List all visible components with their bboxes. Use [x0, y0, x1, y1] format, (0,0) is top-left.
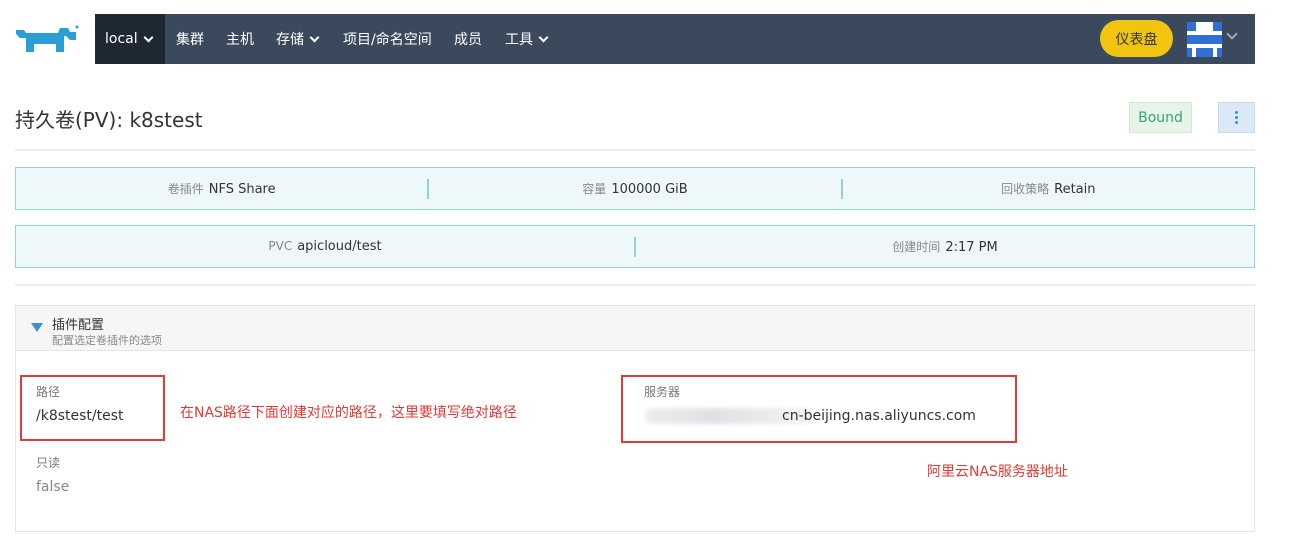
panel-subtitle: 配置选定卷插件的选项	[52, 334, 162, 347]
annotation-server-note: 阿里云NAS服务器地址	[927, 464, 1068, 480]
panel-header[interactable]: 插件配置 配置选定卷插件的选项	[16, 306, 1254, 351]
info-value[interactable]: apicloud/test	[297, 239, 381, 254]
nav-item-label: 存储	[276, 32, 304, 48]
nav-item-clusters[interactable]: 集群	[176, 14, 204, 64]
collapse-triangle-icon[interactable]	[31, 323, 43, 332]
chevron-down-icon[interactable]	[1226, 28, 1238, 40]
info-value: 100000 GiB	[611, 182, 688, 197]
nav-item-tools[interactable]: 工具	[505, 14, 549, 64]
chevron-down-icon	[538, 32, 549, 42]
nav-item-label: 项目/命名空间	[343, 32, 432, 48]
nav-item-label: 工具	[505, 32, 533, 48]
cluster-label: local	[105, 31, 138, 47]
info-box-claim: PVC apicloud/test 创建时间 2:17 PM	[15, 225, 1255, 268]
nav-item-hosts[interactable]: 主机	[226, 14, 254, 64]
divider	[15, 284, 1255, 286]
info-pvc: PVC apicloud/test	[16, 239, 634, 254]
nav-item-members[interactable]: 成员	[454, 14, 482, 64]
info-key: 回收策略	[1001, 182, 1050, 196]
panel-title: 插件配置	[52, 318, 105, 333]
page-title: 持久卷(PV): k8stest	[15, 108, 203, 132]
cluster-selector[interactable]: local	[95, 14, 165, 64]
annotation-path-note: 在NAS路径下面创建对应的路径，这里要填写绝对路径	[180, 405, 517, 421]
info-reclaim-policy: 回收策略 Retain	[843, 180, 1254, 197]
kebab-icon	[1235, 110, 1238, 125]
chevron-down-icon	[309, 32, 320, 42]
info-capacity: 容量 100000 GiB	[429, 180, 840, 197]
info-key: 创建时间	[892, 240, 941, 254]
avatar[interactable]	[1187, 22, 1222, 57]
nav-item-storage[interactable]: 存储	[276, 14, 320, 64]
nav-item-label: 集群	[176, 32, 204, 48]
nav-item-label: 主机	[226, 32, 254, 48]
top-nav: local 集群 主机 存储 项目/命名空间 成员 工具 仪表盘	[95, 14, 1255, 64]
info-key: PVC	[268, 239, 293, 253]
divider	[15, 149, 1255, 151]
nav-item-projects[interactable]: 项目/命名空间	[343, 14, 432, 64]
info-created: 创建时间 2:17 PM	[636, 238, 1254, 255]
annotation-box-server	[621, 375, 1017, 443]
more-actions-button[interactable]	[1218, 102, 1255, 133]
rancher-logo[interactable]	[14, 24, 80, 54]
annotation-box-path	[20, 375, 165, 441]
readonly-value: false	[36, 479, 70, 495]
info-key: 容量	[582, 182, 607, 196]
readonly-label: 只读	[36, 456, 61, 470]
info-box-volume: 卷插件 NFS Share 容量 100000 GiB 回收策略 Retain	[15, 167, 1255, 210]
dashboard-button[interactable]: 仪表盘	[1100, 20, 1173, 57]
status-badge: Bound	[1129, 102, 1192, 133]
nav-item-label: 成员	[454, 32, 482, 48]
info-volume-plugin: 卷插件 NFS Share	[16, 180, 427, 197]
info-value: 2:17 PM	[945, 240, 998, 255]
info-key: 卷插件	[167, 182, 204, 196]
chevron-down-icon	[143, 32, 154, 42]
info-value: Retain	[1054, 182, 1096, 197]
info-value: NFS Share	[208, 182, 276, 197]
